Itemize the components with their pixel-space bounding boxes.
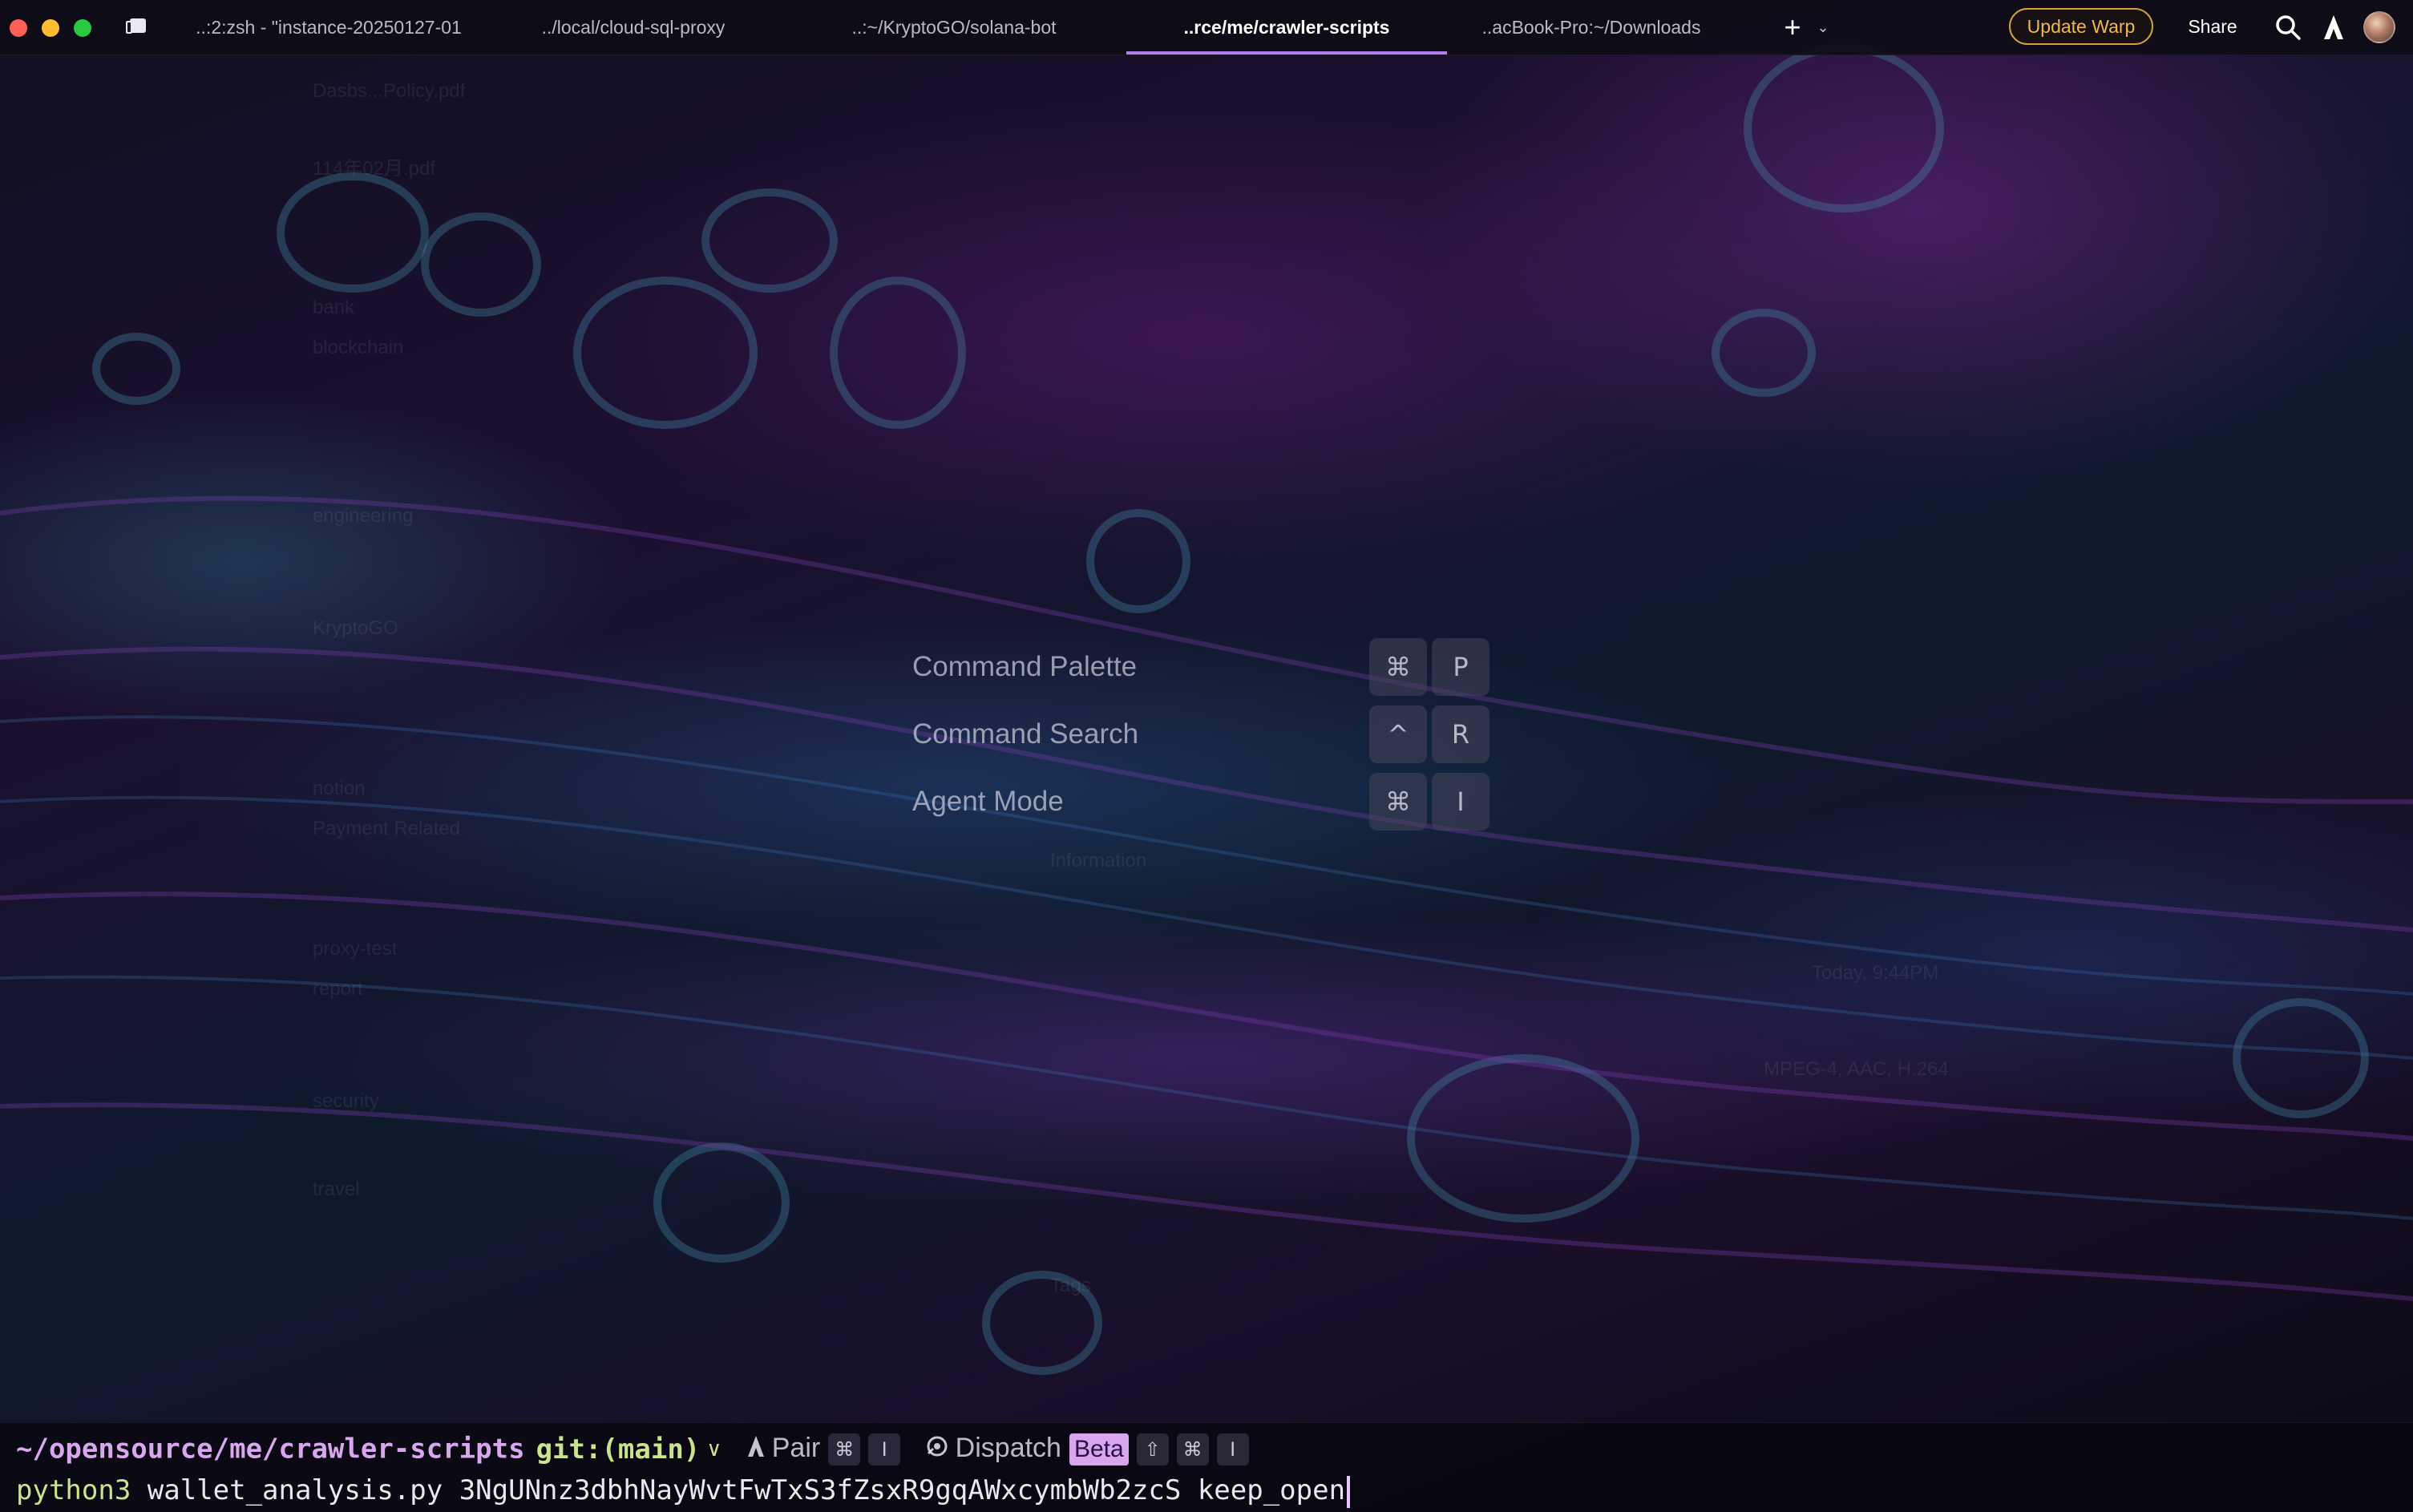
hint-command-search-label: Command Search bbox=[912, 718, 1139, 750]
new-tab-button[interactable]: + bbox=[1778, 11, 1807, 43]
cmd-key: ⌘ bbox=[1369, 773, 1427, 831]
close-window-button[interactable] bbox=[10, 19, 27, 37]
cmd-key: ⌘ bbox=[828, 1433, 861, 1466]
cmd-key: ⌘ bbox=[1369, 638, 1427, 696]
hint-command-palette-label: Command Palette bbox=[912, 651, 1138, 682]
pair-icon bbox=[746, 1434, 766, 1466]
hint-command-search[interactable]: Command Search ^ R bbox=[912, 704, 1489, 765]
terminal-input-area[interactable]: ~/opensource/me/crawler-scripts git:(main… bbox=[0, 1422, 2413, 1512]
tab-bar: ..:2:zsh - "instance-20250127-01 ../loca… bbox=[0, 0, 2413, 55]
hint-command-palette[interactable]: Command Palette ⌘ P bbox=[912, 637, 1489, 697]
hint-agent-mode[interactable]: Agent Mode ⌘ I bbox=[912, 771, 1489, 832]
shift-key: ⇧ bbox=[1136, 1433, 1169, 1466]
text-cursor bbox=[1347, 1475, 1351, 1508]
share-button[interactable]: Share bbox=[2181, 8, 2245, 45]
cmd-key: ⌘ bbox=[1176, 1433, 1209, 1466]
tab-solana-bot[interactable]: ..:~/KryptoGO/solana-bot bbox=[818, 0, 1090, 55]
current-directory: ~/opensource/me/crawler-scripts bbox=[16, 1433, 525, 1466]
tab-crawler-scripts[interactable]: ..rce/me/crawler-scripts bbox=[1126, 0, 1447, 55]
dispatch-glyph bbox=[927, 1436, 948, 1457]
tab-dropdown-chevron-icon[interactable]: ⌄ bbox=[1813, 11, 1833, 43]
tab-downloads[interactable]: ..acBook-Pro:~/Downloads bbox=[1459, 0, 1724, 55]
pair-chip[interactable]: Pair ⌘ I bbox=[746, 1433, 901, 1466]
command-arguments: wallet_analysis.py 3NgUNnz3dbhNayWvtFwTx… bbox=[131, 1474, 1346, 1506]
ctrl-key: ^ bbox=[1369, 705, 1427, 763]
agent-mode-icon[interactable] bbox=[2322, 13, 2346, 42]
search-glyph bbox=[2276, 15, 2301, 40]
dispatch-icon bbox=[925, 1434, 949, 1466]
search-icon[interactable] bbox=[2274, 13, 2302, 42]
beta-badge: Beta bbox=[1069, 1433, 1129, 1466]
dispatch-label: Dispatch bbox=[955, 1433, 1061, 1463]
sidebar-toggle-glyph bbox=[126, 18, 146, 34]
tab-instance-20250127-01[interactable]: ..:2:zsh - "instance-20250127-01 bbox=[176, 0, 481, 55]
pair-label: Pair bbox=[771, 1433, 821, 1463]
minimize-window-button[interactable] bbox=[42, 19, 59, 37]
sidebar-toggle-icon[interactable] bbox=[125, 18, 148, 35]
prompt-context-line: ~/opensource/me/crawler-scripts git:(main… bbox=[16, 1433, 1249, 1471]
hint-agent-mode-label: Agent Mode bbox=[912, 786, 1064, 817]
i-key: I bbox=[1216, 1433, 1249, 1466]
user-avatar[interactable] bbox=[2363, 11, 2395, 43]
command-name: python3 bbox=[16, 1474, 131, 1506]
update-warp-button[interactable]: Update Warp bbox=[2009, 8, 2153, 45]
i-key: I bbox=[868, 1433, 901, 1466]
command-input[interactable]: python3 wallet_analysis.py 3NgUNnz3dbhNa… bbox=[16, 1473, 1351, 1508]
git-branch[interactable]: git:(main) bbox=[536, 1433, 701, 1466]
pair-glyph bbox=[747, 1435, 764, 1457]
tab-cloud-sql-proxy[interactable]: ../local/cloud-sql-proxy bbox=[513, 0, 754, 55]
maximize-window-button[interactable] bbox=[74, 19, 91, 37]
dispatch-chip[interactable]: Dispatch Beta ⇧ ⌘ I bbox=[925, 1433, 1249, 1466]
p-key: P bbox=[1432, 638, 1489, 696]
agent-glyph bbox=[2324, 15, 2343, 39]
i-key: I bbox=[1432, 773, 1489, 831]
r-key: R bbox=[1432, 705, 1489, 763]
warp-terminal-window: Dasbs...Policy.pdf 114年02月.pdf bank bloc… bbox=[0, 0, 2413, 1512]
git-chevron-icon[interactable]: ∨ bbox=[706, 1437, 721, 1461]
